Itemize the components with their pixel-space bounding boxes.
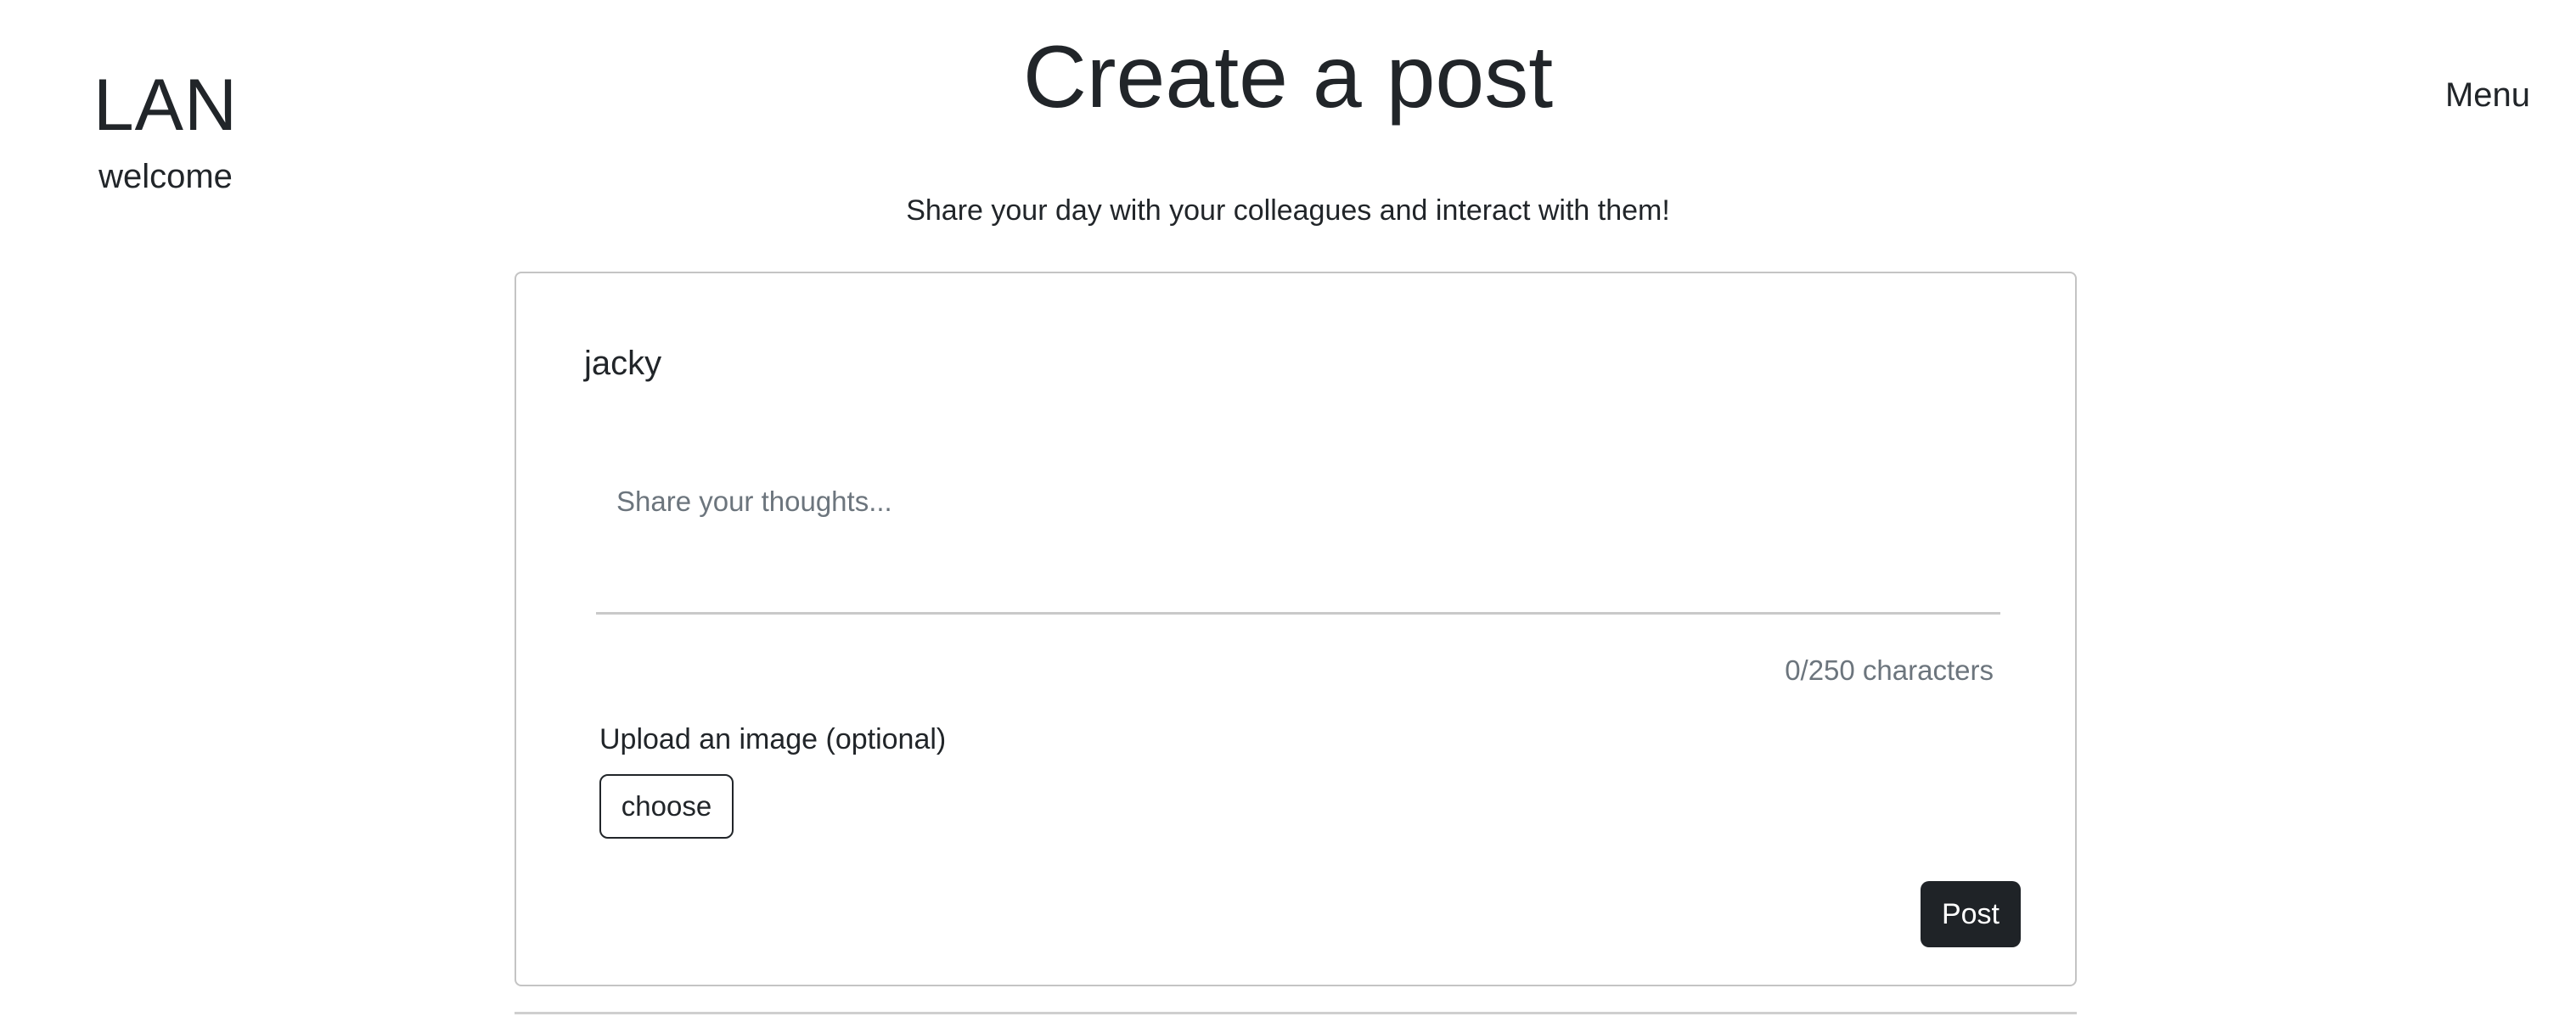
upload-image-label: Upload an image (optional) [599, 723, 947, 755]
divider [515, 1012, 2077, 1014]
create-post-card: jacky 0/250 characters Upload an image (… [515, 272, 2077, 986]
choose-image-button[interactable]: choose [599, 774, 734, 839]
page-lead: Share your day with your colleagues and … [906, 194, 1670, 227]
page-title: Create a post [1022, 28, 1554, 126]
post-button[interactable]: Post [1921, 881, 2021, 947]
author-name: jacky [584, 345, 662, 382]
character-count: 0/250 characters [1785, 654, 1994, 686]
thoughts-input[interactable] [596, 486, 2000, 615]
